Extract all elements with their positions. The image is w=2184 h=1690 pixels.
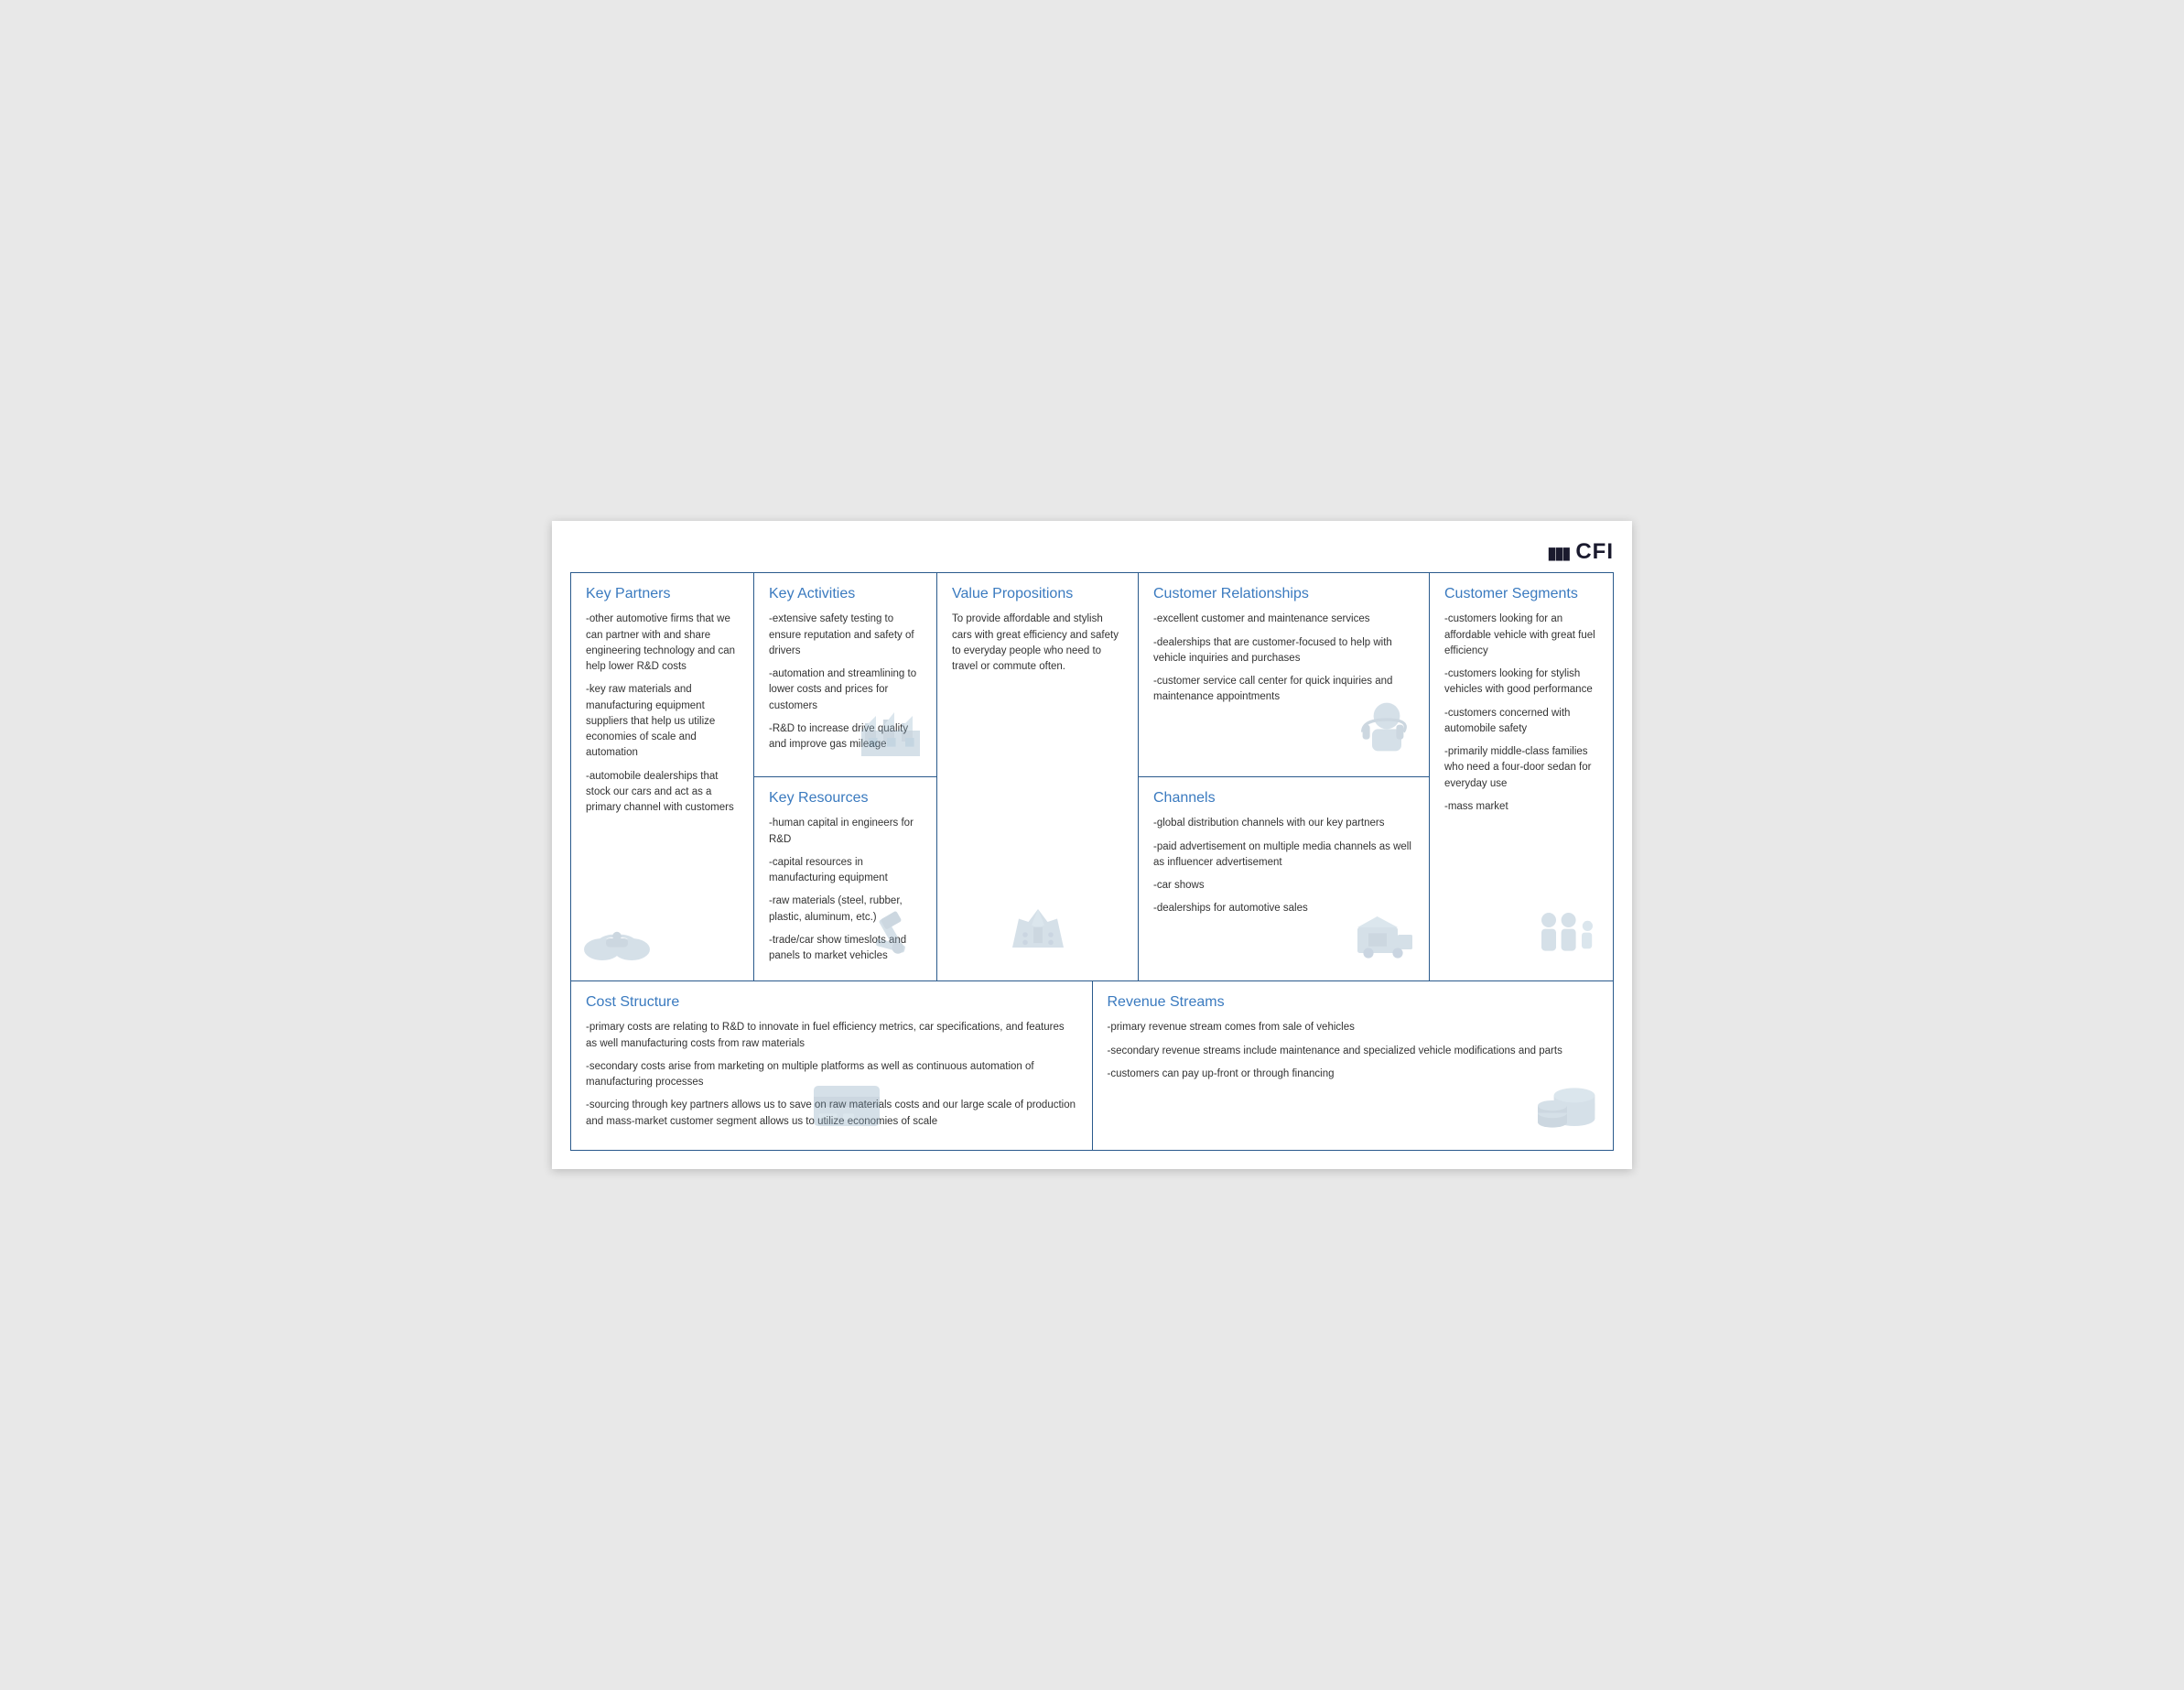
logo-area: ▮▮▮ CFI <box>570 539 1614 565</box>
activities-resources-section: Key Activities -extensive safety testing… <box>754 573 937 980</box>
cr-item-1: -excellent customer and maintenance serv… <box>1153 612 1414 627</box>
channels-section: Channels -global distribution channels w… <box>1139 777 1429 980</box>
key-partners-item-3: -automobile dealerships that stock our c… <box>586 769 739 817</box>
cs-item-4: -primarily middle-class families who nee… <box>1444 744 1598 792</box>
customer-relationships-title: Customer Relationships <box>1153 586 1414 602</box>
revenue-item-2: -secondary revenue streams include maint… <box>1108 1044 1599 1059</box>
tools-icon <box>854 903 927 971</box>
channels-item-3: -car shows <box>1153 878 1414 894</box>
logo-bars: ▮▮▮ <box>1547 544 1569 562</box>
value-propositions-title: Value Propositions <box>952 586 1123 602</box>
family-icon <box>1530 903 1604 971</box>
headset-icon <box>1346 699 1420 767</box>
upper-section: Key Partners -other automotive firms tha… <box>571 573 1613 981</box>
payment-icon <box>810 1072 883 1141</box>
channels-item-1: -global distribution channels with our k… <box>1153 816 1414 831</box>
cost-structure-title: Cost Structure <box>586 994 1077 1011</box>
cost-item-1: -primary costs are relating to R&D to in… <box>586 1020 1077 1052</box>
key-partners-body: -other automotive firms that we can part… <box>586 612 739 816</box>
factory-icon <box>854 699 927 767</box>
value-propositions-section: Value Propositions To provide affordable… <box>937 573 1139 980</box>
handshake-icon <box>580 903 654 971</box>
cost-structure-section: Cost Structure -primary costs are relati… <box>571 981 1093 1150</box>
customer-relationships-body: -excellent customer and maintenance serv… <box>1153 612 1414 705</box>
customer-relationships-section: Customer Relationships -excellent custom… <box>1139 573 1429 777</box>
channels-item-2: -paid advertisement on multiple media ch… <box>1153 840 1414 872</box>
key-activities-section: Key Activities -extensive safety testing… <box>754 573 936 777</box>
key-resources-title: Key Resources <box>769 790 922 807</box>
channels-title: Channels <box>1153 790 1414 807</box>
value-propositions-body: To provide affordable and stylish cars w… <box>952 612 1123 675</box>
revenue-streams-section: Revenue Streams -primary revenue stream … <box>1093 981 1614 1150</box>
customer-segments-title: Customer Segments <box>1444 586 1598 602</box>
cs-item-1: -customers looking for an affordable veh… <box>1444 612 1598 659</box>
key-resources-item-2: -capital resources in manufacturing equi… <box>769 855 922 887</box>
key-partners-item-2: -key raw materials and manufacturing equ… <box>586 682 739 761</box>
key-partners-section: Key Partners -other automotive firms tha… <box>571 573 754 980</box>
revenue-streams-body: -primary revenue stream comes from sale … <box>1108 1020 1599 1082</box>
cs-item-2: -customers looking for stylish vehicles … <box>1444 666 1598 699</box>
revenue-item-1: -primary revenue stream comes from sale … <box>1108 1020 1599 1035</box>
key-resources-section: Key Resources -human capital in engineer… <box>754 777 936 980</box>
suit-icon <box>1001 903 1075 971</box>
business-model-canvas: Key Partners -other automotive firms tha… <box>570 572 1614 1151</box>
logo: ▮▮▮ CFI <box>1547 539 1614 565</box>
lower-section: Cost Structure -primary costs are relati… <box>571 981 1613 1150</box>
value-propositions-text: To provide affordable and stylish cars w… <box>952 612 1123 675</box>
cs-item-5: -mass market <box>1444 799 1598 815</box>
key-resources-item-1: -human capital in engineers for R&D <box>769 816 922 848</box>
channels-body: -global distribution channels with our k… <box>1153 816 1414 916</box>
key-partners-title: Key Partners <box>586 586 739 602</box>
delivery-icon <box>1346 903 1420 971</box>
page-wrapper: ▮▮▮ CFI Key Partners -other automotive f… <box>552 521 1632 1169</box>
logo-cfi: CFI <box>1575 539 1614 564</box>
key-partners-item-1: -other automotive firms that we can part… <box>586 612 739 675</box>
customer-segments-section: Customer Segments -customers looking for… <box>1430 573 1613 980</box>
customer-segments-body: -customers looking for an affordable veh… <box>1444 612 1598 815</box>
cr-channels-section: Customer Relationships -excellent custom… <box>1139 573 1430 980</box>
cs-item-3: -customers concerned with automobile saf… <box>1444 706 1598 738</box>
coins-icon <box>1530 1072 1604 1141</box>
key-activities-item-1: -extensive safety testing to ensure repu… <box>769 612 922 659</box>
cr-item-2: -dealerships that are customer-focused t… <box>1153 635 1414 667</box>
revenue-streams-title: Revenue Streams <box>1108 994 1599 1011</box>
revenue-item-3: -customers can pay up-front or through f… <box>1108 1067 1599 1082</box>
key-activities-title: Key Activities <box>769 586 922 602</box>
